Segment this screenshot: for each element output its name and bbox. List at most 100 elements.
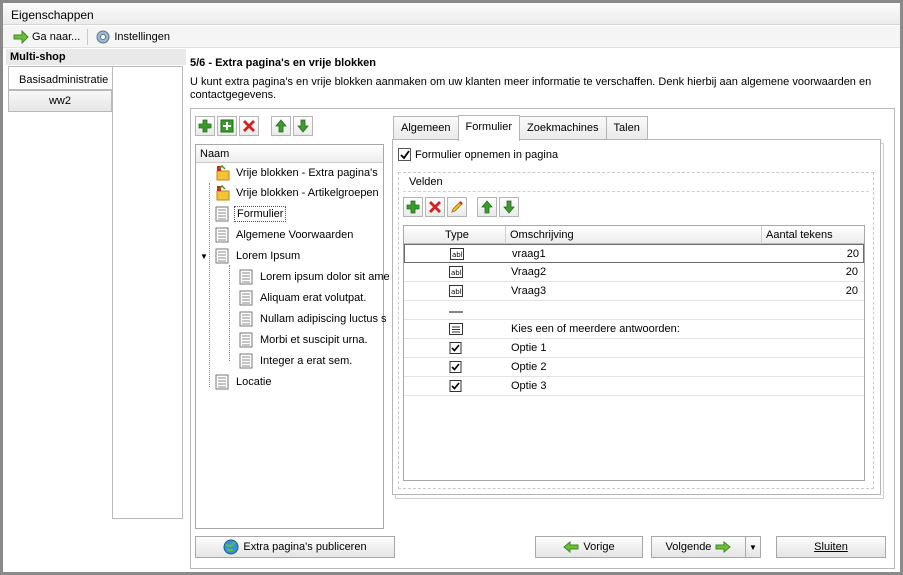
settings-label: Instellingen <box>114 30 170 43</box>
pencil-icon <box>451 201 463 213</box>
main-toolbar: Ga naar... Instellingen <box>3 26 900 48</box>
folder-block-icon <box>216 165 230 181</box>
page-icon <box>239 269 253 285</box>
add-field-button[interactable] <box>403 197 423 217</box>
window-title: Eigenschappen <box>3 3 900 25</box>
goto-label: Ga naar... <box>32 30 81 43</box>
tree-line <box>209 183 210 387</box>
move-down-button[interactable] <box>293 116 313 136</box>
close-button[interactable]: Sluiten <box>776 536 886 558</box>
plus-icon <box>406 200 420 214</box>
table-row[interactable] <box>404 301 864 320</box>
edit-field-button[interactable] <box>447 197 467 217</box>
separator-icon <box>449 311 463 313</box>
grid-header: Type Omschrijving Aantal tekens <box>404 226 864 244</box>
svg-text:abl: abl <box>451 288 462 296</box>
tree-line <box>229 265 230 361</box>
tree-item[interactable]: Vrije blokken - Artikelgroepen <box>214 183 381 203</box>
tree-item[interactable]: Nullam adipiscing luctus s <box>238 309 389 329</box>
left-list-box <box>112 66 183 519</box>
fields-group-label: Velden <box>409 176 443 188</box>
globe-icon <box>223 539 239 555</box>
page-icon <box>239 290 253 306</box>
move-field-up-button[interactable] <box>477 197 497 217</box>
page-icon <box>239 353 253 369</box>
table-row[interactable]: Optie 1 <box>404 339 864 358</box>
page-icon <box>239 332 253 348</box>
add-subpage-button[interactable] <box>217 116 237 136</box>
publish-label: Extra pagina's publiceren <box>243 541 367 553</box>
checkbox-icon <box>449 361 462 373</box>
add-child-icon <box>220 119 234 133</box>
tab-algemeen[interactable]: Algemeen <box>393 116 459 140</box>
tree-item[interactable]: Morbi et suscipit urna. <box>238 330 370 350</box>
delete-icon <box>429 201 441 213</box>
include-form-option[interactable]: Formulier opnemen in pagina <box>398 148 558 161</box>
column-header-description[interactable]: Omschrijving <box>506 226 762 244</box>
arrow-right-icon <box>13 29 29 44</box>
tab-talen[interactable]: Talen <box>605 116 648 140</box>
move-up-button[interactable] <box>271 116 291 136</box>
table-row[interactable]: abl Vraag3 20 <box>404 282 864 301</box>
expand-arrow-icon[interactable]: ▼ <box>200 252 210 261</box>
group-divider <box>403 191 869 192</box>
tab-formulier[interactable]: Formulier <box>457 115 520 141</box>
checkbox-icon <box>449 380 462 392</box>
next-button[interactable]: Volgende <box>651 536 746 558</box>
table-row[interactable]: Kies een of meerdere antwoorden: <box>404 320 864 339</box>
delete-field-button[interactable] <box>425 197 445 217</box>
fields-grid[interactable]: Type Omschrijving Aantal tekens abl vraa… <box>403 225 865 481</box>
folder-block-icon <box>216 185 230 201</box>
page-title: 5/6 - Extra pagina's en vrije blokken <box>190 57 377 69</box>
table-row[interactable]: Optie 2 <box>404 358 864 377</box>
column-header-count[interactable]: Aantal tekens <box>762 226 864 244</box>
next-dropdown-button[interactable]: ▼ <box>745 536 761 558</box>
shop-item-ww2[interactable]: ww2 <box>8 90 112 112</box>
arrow-up-icon <box>275 119 287 133</box>
textfield-icon: abl <box>450 248 464 260</box>
tab-strip: Algemeen Formulier Zoekmachines Talen <box>393 115 648 141</box>
tree-column-header[interactable]: Naam <box>196 145 383 163</box>
goto-button[interactable]: Ga naar... <box>9 27 84 47</box>
column-header-type[interactable]: Type <box>404 226 506 244</box>
page-icon <box>215 206 229 222</box>
checkmark-icon <box>399 149 410 159</box>
arrow-up-icon <box>481 200 493 214</box>
previous-label: Vorige <box>583 541 615 553</box>
delete-icon <box>243 120 255 132</box>
page-tree[interactable]: Naam Vrije blokken - Extra pagina's Vrij… <box>195 144 390 529</box>
tree-item[interactable]: Lorem ipsum dolor sit ame <box>238 267 392 287</box>
label-icon <box>449 323 463 335</box>
tree-item[interactable]: Aliquam erat volutpat. <box>238 288 368 308</box>
table-row[interactable]: abl Vraag2 20 <box>404 263 864 282</box>
arrow-left-icon <box>563 541 579 553</box>
delete-page-button[interactable] <box>239 116 259 136</box>
tree-item-selected[interactable]: Formulier <box>214 204 287 224</box>
svg-text:abl: abl <box>452 251 463 259</box>
gear-icon <box>96 30 110 43</box>
include-form-checkbox[interactable] <box>398 148 411 161</box>
tree-item[interactable]: Vrije blokken - Extra pagina's <box>214 163 380 183</box>
publish-button[interactable]: Extra pagina's publiceren <box>195 536 395 558</box>
tree-item[interactable]: Algemene Voorwaarden <box>214 225 355 245</box>
tab-zoekmachines[interactable]: Zoekmachines <box>519 116 607 140</box>
textfield-icon: abl <box>449 266 463 278</box>
page-icon <box>215 227 229 243</box>
add-page-button[interactable] <box>195 116 215 136</box>
multishop-header: Multi-shop <box>6 49 186 65</box>
tree-item-expanded[interactable]: ▼ Lorem Ipsum <box>200 246 302 266</box>
textfield-icon: abl <box>449 285 463 297</box>
tree-item[interactable]: Locatie <box>214 372 273 392</box>
table-row[interactable]: abl vraag1 20 <box>404 244 864 263</box>
page-icon <box>239 311 253 327</box>
move-field-down-button[interactable] <box>499 197 519 217</box>
tree-toolbar <box>195 116 313 136</box>
settings-button[interactable]: Instellingen <box>91 27 174 47</box>
table-row[interactable]: Optie 3 <box>404 377 864 396</box>
tab-basisadministratie[interactable]: Basisadministratie <box>8 66 112 90</box>
svg-text:abl: abl <box>451 269 462 277</box>
page-icon <box>215 374 229 390</box>
arrow-down-icon <box>297 119 309 133</box>
tree-item[interactable]: Integer a erat sem. <box>238 351 354 371</box>
previous-button[interactable]: Vorige <box>535 536 643 558</box>
